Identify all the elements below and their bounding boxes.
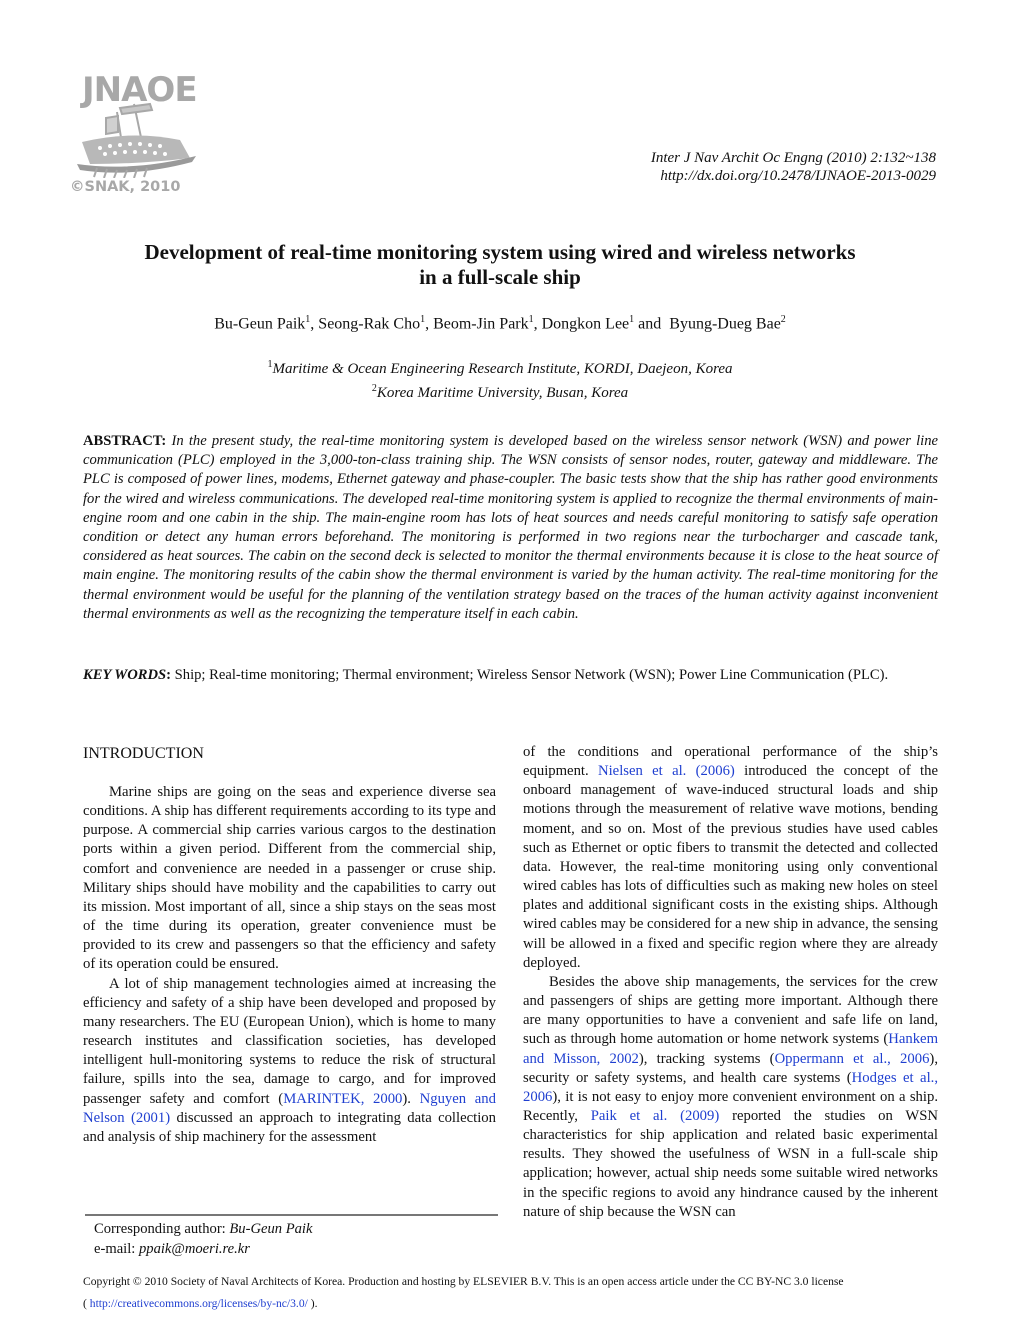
author-separator: and	[634, 315, 670, 333]
email-address[interactable]: ppaik@moeri.re.kr	[139, 1241, 250, 1257]
author-name: Bu-Geun Paik	[229, 1221, 313, 1237]
copyright-text: Copyright © 2010 Society of Naval Archit…	[83, 1275, 844, 1288]
text-span: introduced the concept of the onboard ma…	[523, 763, 938, 971]
abstract-text: In the present study, the real-time moni…	[83, 433, 938, 622]
citation-link-nielsen[interactable]: Nielsen et al. (2006)	[598, 763, 735, 779]
author-affiliation-number: 2	[780, 314, 786, 325]
logo-copyright: ©SNAK, 2010	[70, 179, 181, 195]
section-heading-introduction: INTRODUCTION	[83, 745, 204, 762]
author-name: Beom-Jin Park	[433, 315, 529, 333]
author-separator: ,	[533, 315, 542, 333]
affiliation-text: Maritime & Ocean Engineering Research In…	[272, 361, 733, 377]
author-name: Bu-Geun Paik	[214, 315, 306, 333]
copyright-notice: Copyright © 2010 Society of Naval Archit…	[83, 1271, 943, 1315]
keywords-colon: :	[166, 667, 172, 683]
text-span: A lot of ship management technologies ai…	[83, 975, 496, 1107]
citation-link-oppermann[interactable]: Oppermann et al., 2006	[775, 1051, 930, 1067]
right-column: of the conditions and operational perfor…	[523, 743, 938, 1222]
text-span: ), tracking systems (	[638, 1050, 775, 1067]
text-span: Besides the above ship managements, the …	[523, 973, 938, 1048]
abstract: ABSTRACT: In the present study, the real…	[83, 432, 938, 624]
author-name: Seong-Rak Cho	[318, 315, 421, 333]
citation-link-marintek[interactable]: MARINTEK, 2000	[283, 1091, 402, 1107]
keywords-text: Ship; Real-time monitoring; Thermal envi…	[174, 667, 889, 683]
author-name: Byung-Dueg Bae	[669, 315, 781, 333]
affiliation-1: 1Maritime & Ocean Engineering Research I…	[60, 355, 940, 379]
intro-paragraph-1: Marine ships are going on the seas and e…	[83, 784, 496, 973]
abstract-label: ABSTRACT:	[83, 433, 167, 449]
intro-paragraph-4: Besides the above ship managements, the …	[523, 973, 938, 1222]
text-span: ).	[402, 1090, 420, 1107]
email-label: e-mail:	[94, 1240, 139, 1257]
affiliation-text: Korea Maritime University, Busan, Korea	[376, 385, 629, 401]
intro-paragraph-3: of the conditions and operational perfor…	[523, 743, 938, 973]
author-email: e-mail: ppaik@moeri.re.kr	[94, 1240, 312, 1260]
keywords: KEY WORDS: Ship; Real-time monitoring; T…	[83, 666, 938, 686]
text-span: reported the studies on WSN characterist…	[523, 1107, 938, 1220]
citation: Inter J Nav Archit Oc Engng (2010) 2:132…	[650, 150, 936, 166]
license-link[interactable]: http://creativecommons.org/licenses/by-n…	[90, 1297, 308, 1310]
keywords-label: KEY WORDS	[83, 667, 167, 683]
footnote-divider	[85, 1214, 498, 1216]
affiliations: 1Maritime & Ocean Engineering Research I…	[60, 355, 940, 403]
paren-close: ).	[307, 1297, 318, 1310]
journal-logo: JNAOE ©SNAK, 2010	[70, 62, 202, 212]
left-column: Marine ships are going on the seas and e…	[83, 783, 496, 1147]
author-list: Bu-Geun Paik1, Seong-Rak Cho1, Beom-Jin …	[60, 314, 940, 333]
title-line-2: in a full-scale ship	[419, 265, 581, 289]
paren-open: (	[83, 1297, 90, 1310]
title-line-1: Development of real-time monitoring syst…	[144, 240, 856, 264]
ship-logo-icon	[77, 102, 196, 178]
license-line: ( http://creativecommons.org/licenses/by…	[83, 1293, 943, 1315]
affiliation-2: 2Korea Maritime University, Busan, Korea	[60, 379, 940, 403]
doi-link[interactable]: http://dx.doi.org/10.2478/IJNAOE-2013-00…	[651, 167, 936, 185]
intro-paragraph-2: A lot of ship management technologies ai…	[83, 975, 496, 1147]
author-label: Corresponding author:	[94, 1221, 230, 1237]
footnote: Corresponding author: Bu-Geun Paik e-mai…	[94, 1220, 312, 1259]
citation-link-paik[interactable]: Paik et al. (2009)	[591, 1108, 720, 1124]
journal-reference: Inter J Nav Archit Oc Engng (2010) 2:132…	[651, 149, 936, 185]
author-name: Dongkon Lee	[541, 315, 630, 333]
corresponding-author: Corresponding author: Bu-Geun Paik	[94, 1220, 312, 1240]
paper-title: Development of real-time monitoring syst…	[60, 240, 940, 290]
author-separator: ,	[425, 315, 434, 333]
